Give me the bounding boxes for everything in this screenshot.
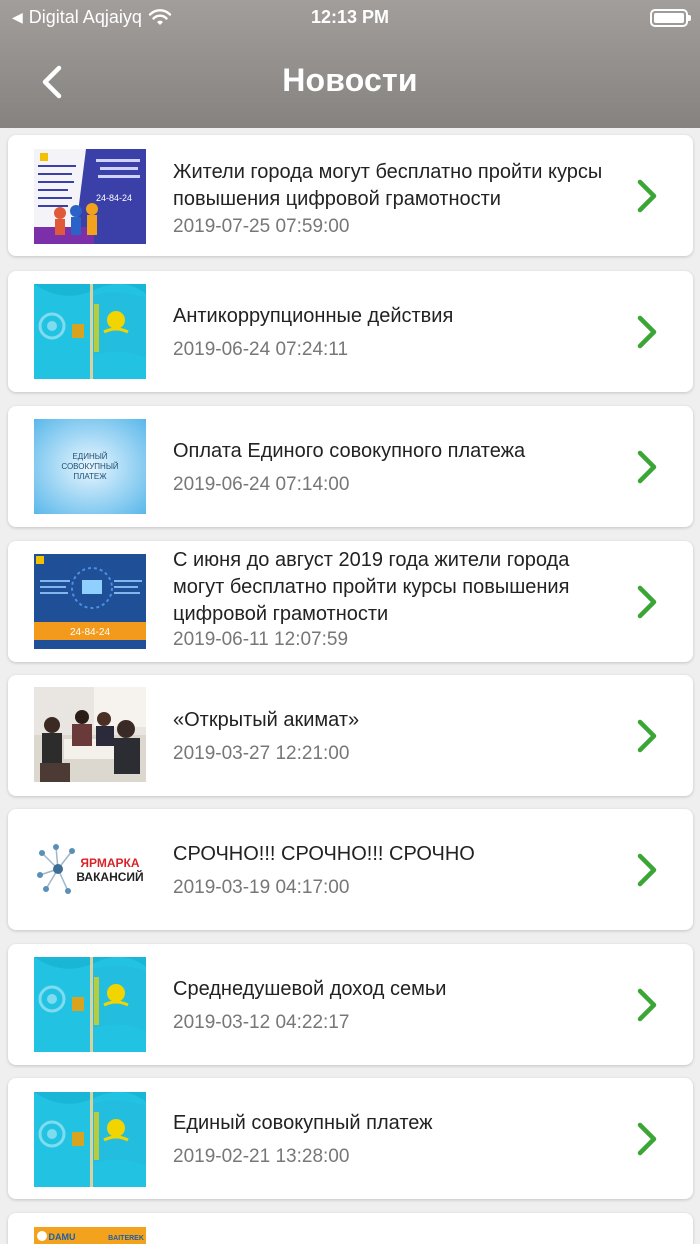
news-title: С июня до август 2019 года жители города… (173, 549, 570, 625)
news-title: Среднедушевой доход семьи (173, 978, 447, 1000)
news-title: «Открытый акимат» (173, 709, 360, 731)
news-title: Оплата Единого совокупного платежа (173, 440, 526, 462)
news-text: СРОЧНО!!! СРОЧНО!!! СРОЧНО 2019-03-19 04… (173, 841, 613, 901)
news-item[interactable]: Антикоррупционные действия 2019-06-24 07… (8, 271, 693, 392)
chevron-right-icon (637, 450, 657, 484)
news-text: С июня до август 2019 года жители города… (173, 547, 613, 651)
status-bar: ◀ Digital Aqjaiyq 12:13 PM (0, 0, 700, 36)
news-date: 2019-07-25 07:59:00 (173, 216, 350, 237)
status-time: 12:13 PM (310, 7, 390, 27)
news-text: Среднедушевой доход семьи 2019-03-12 04:… (173, 976, 613, 1036)
svg-text:BAITEREK: BAITEREK (108, 1235, 144, 1242)
news-title: СРОЧНО!!! СРОЧНО!!! СРОЧНО (173, 843, 475, 865)
news-thumbnail: ЕДИНЫЙ СОВОКУПНЫЙ ПЛАТЕЖ (34, 419, 146, 514)
news-item[interactable]: ЕДИНЫЙ СОВОКУПНЫЙ ПЛАТЕЖ Оплата Единого … (8, 406, 693, 527)
svg-text:DAMU: DAMU (49, 1232, 76, 1242)
news-title: Единый совокупный платеж (173, 1112, 433, 1134)
chevron-right-icon (637, 719, 657, 753)
news-thumbnail (34, 1092, 146, 1187)
news-text: Единый совокупный платеж 2019-02-21 13:2… (173, 1110, 613, 1170)
navigation-header: ◀ Digital Aqjaiyq 12:13 PM Новости (0, 0, 700, 128)
news-text: Оплата Единого совокупного платежа 2019-… (173, 438, 613, 498)
news-item[interactable]: Среднедушевой доход семьи 2019-03-12 04:… (8, 944, 693, 1065)
chevron-right-icon (637, 1122, 657, 1156)
svg-text:24-84-24: 24-84-24 (96, 193, 132, 203)
svg-text:ПЛАТЕЖ: ПЛАТЕЖ (73, 472, 107, 481)
svg-text:СОВОКУПНЫЙ: СОВОКУПНЫЙ (61, 462, 119, 471)
chevron-right-icon (637, 179, 657, 213)
news-date: 2019-02-21 13:28:00 (173, 1146, 350, 1167)
news-date: 2019-03-27 12:21:00 (173, 743, 350, 764)
news-item[interactable]: ЯРМАРКА ВАКАНСИЙ СРОЧНО!!! СРОЧНО!!! СРО… (8, 809, 693, 930)
news-thumbnail: 24-84-24 (34, 554, 146, 649)
news-thumbnail: DAMU BAITEREK (34, 1227, 146, 1244)
chevron-right-icon (637, 988, 657, 1022)
chevron-right-icon (637, 853, 657, 887)
news-date: 2019-06-11 12:07:59 (173, 629, 349, 650)
news-thumbnail: ЯРМАРКА ВАКАНСИЙ (34, 823, 146, 918)
news-title: Жители города могут бесплатно пройти кур… (173, 161, 603, 210)
news-thumbnail (34, 687, 146, 782)
news-item[interactable]: 24-84-24 Жители города могут бесплатно п… (8, 135, 693, 256)
news-title: Антикоррупционные действия (173, 305, 454, 327)
chevron-right-icon (637, 585, 657, 619)
svg-text:ВАКАНСИЙ: ВАКАНСИЙ (76, 869, 143, 884)
chevron-right-icon (637, 315, 657, 349)
news-item[interactable]: 24-84-24 С июня до август 2019 года жите… (8, 541, 693, 662)
battery-icon (650, 9, 691, 27)
page-title: Новости (282, 62, 418, 98)
news-date: 2019-06-24 07:14:00 (173, 474, 350, 495)
news-thumbnail (34, 284, 146, 379)
news-date: 2019-03-12 04:22:17 (173, 1012, 350, 1033)
news-text: «Открытый акимат» 2019-03-27 12:21:00 (173, 707, 613, 767)
news-thumbnail: 24-84-24 (34, 149, 146, 244)
news-text: Жители города могут бесплатно пройти кур… (173, 159, 613, 240)
svg-text:24-84-24: 24-84-24 (70, 627, 110, 638)
news-item[interactable]: DAMU BAITEREK (8, 1213, 693, 1244)
news-thumbnail (34, 957, 146, 1052)
news-item[interactable]: «Открытый акимат» 2019-03-27 12:21:00 (8, 675, 693, 796)
news-item[interactable]: Единый совокупный платеж 2019-02-21 13:2… (8, 1078, 693, 1199)
news-date: 2019-03-19 04:17:00 (173, 877, 350, 898)
news-date: 2019-06-24 07:24:11 (173, 339, 349, 360)
news-text: Антикоррупционные действия 2019-06-24 07… (173, 303, 613, 363)
svg-text:ЕДИНЫЙ: ЕДИНЫЙ (72, 452, 107, 461)
svg-text:ЯРМАРКА: ЯРМАРКА (80, 856, 139, 870)
